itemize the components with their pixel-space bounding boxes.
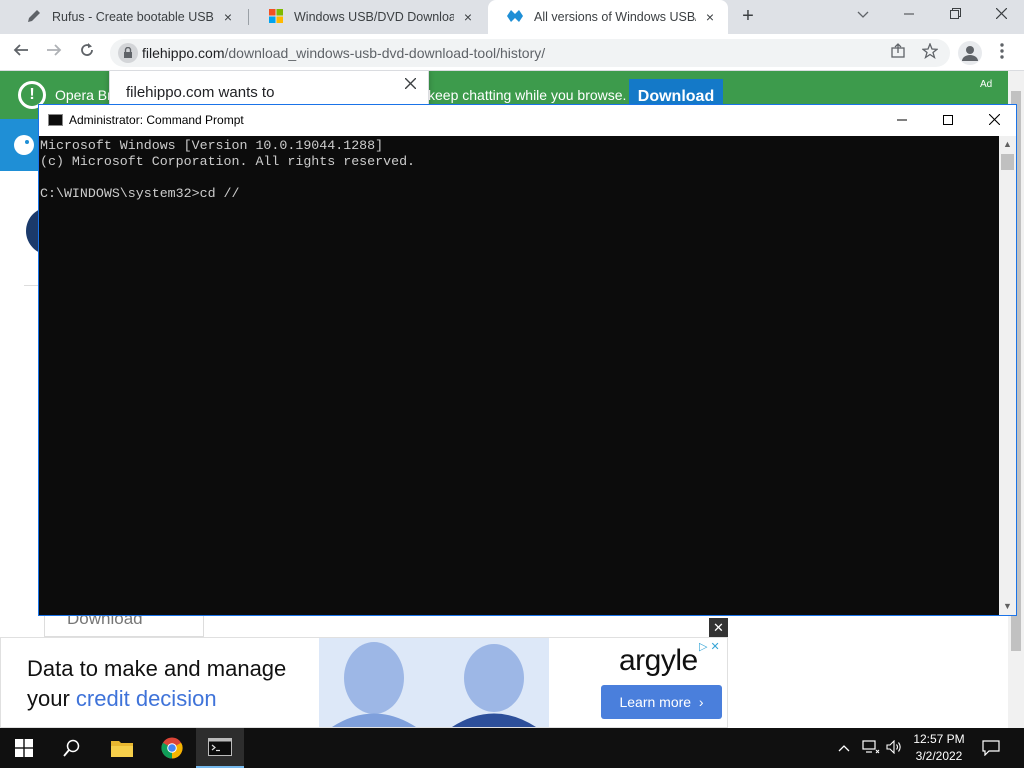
- argyle-logo: argyle: [619, 644, 698, 677]
- learn-more-label: Learn more: [619, 694, 692, 710]
- share-icon[interactable]: [888, 43, 908, 63]
- tab-close-icon[interactable]: ×: [702, 9, 718, 25]
- address-bar[interactable]: filehippo.com/download_windows-usb-dvd-d…: [110, 39, 950, 67]
- ad-people-photo: [319, 638, 549, 727]
- ad-headline-line2: your credit decision: [27, 686, 217, 712]
- browser-menu-icon[interactable]: [992, 43, 1012, 63]
- clock-date: 3/2/2022: [915, 749, 963, 763]
- command-prompt-window[interactable]: Administrator: Command Prompt Microsoft …: [38, 104, 1017, 616]
- permission-text: filehippo.com wants to: [126, 84, 275, 101]
- restore-browser-button[interactable]: [932, 0, 978, 30]
- notification-center-icon[interactable]: [982, 740, 1000, 759]
- system-clock[interactable]: 12:57 PM 3/2/2022: [900, 731, 978, 765]
- ad-headline-highlight: credit decision: [75, 686, 217, 711]
- pen-icon: [26, 8, 42, 27]
- cmd-close-button[interactable]: [971, 105, 1017, 136]
- tab-close-icon[interactable]: ×: [220, 9, 236, 25]
- scroll-down-arrow-icon[interactable]: ▼: [999, 598, 1016, 615]
- windows-taskbar: 12:57 PM 3/2/2022: [0, 728, 1024, 768]
- bookmark-star-icon[interactable]: [920, 42, 940, 63]
- tab-separator: [248, 9, 249, 25]
- tab-filehippo-history[interactable]: All versions of Windows USB/DV ×: [488, 0, 728, 34]
- tab-close-icon[interactable]: ×: [460, 9, 476, 25]
- url-text: filehippo.com/download_windows-usb-dvd-d…: [142, 45, 545, 61]
- ad-headline-prefix: your: [27, 686, 76, 711]
- close-popup-icon[interactable]: [404, 71, 420, 94]
- ad-headline-line1: Data to make and manage: [27, 656, 287, 681]
- file-explorer-icon[interactable]: [98, 728, 146, 768]
- chrome-icon[interactable]: [148, 728, 196, 768]
- tab-title: All versions of Windows USB/DV: [534, 10, 696, 24]
- command-prompt-icon: [48, 114, 63, 126]
- new-tab-button[interactable]: +: [736, 5, 760, 29]
- cmd-scrollbar[interactable]: ▲ ▼: [999, 136, 1016, 615]
- chevron-up-icon[interactable]: [838, 740, 850, 755]
- opera-ad-text-right: keep chatting while you browse.: [428, 87, 627, 103]
- profile-avatar-icon[interactable]: [958, 41, 982, 65]
- cmd-scrollbar-thumb[interactable]: [1001, 154, 1014, 170]
- cmd-window-title: Administrator: Command Prompt: [69, 113, 244, 127]
- cmd-maximize-button[interactable]: [925, 105, 971, 136]
- browser-tab-strip: Rufus - Create bootable USB dri × Window…: [0, 0, 1024, 34]
- network-icon[interactable]: [862, 740, 880, 757]
- tab-windows-usb-dvd-tool[interactable]: Windows USB/DVD Download To ×: [250, 0, 486, 34]
- lock-icon[interactable]: [118, 43, 138, 63]
- tab-title: Windows USB/DVD Download To: [294, 10, 454, 24]
- opera-ad-text-left: Opera Br: [55, 87, 112, 103]
- minimize-browser-button[interactable]: [886, 0, 932, 30]
- filehippo-logo-icon[interactable]: [0, 119, 38, 171]
- cmd-minimize-button[interactable]: [879, 105, 925, 136]
- command-prompt-taskbar-icon[interactable]: [196, 728, 244, 768]
- url-host: filehippo.com: [142, 45, 225, 61]
- browser-toolbar: filehippo.com/download_windows-usb-dvd-d…: [0, 34, 1024, 71]
- clock-time: 12:57 PM: [913, 732, 965, 746]
- console-line: (c) Microsoft Corporation. All rights re…: [40, 154, 416, 169]
- adchoices-icon[interactable]: ▷ ✕: [699, 640, 720, 653]
- close-ad-button[interactable]: ✕: [709, 618, 728, 637]
- reload-button[interactable]: [74, 40, 100, 66]
- url-path: /download_windows-usb-dvd-download-tool/…: [224, 45, 546, 61]
- search-icon[interactable]: [48, 728, 96, 768]
- tab-title: Rufus - Create bootable USB dri: [52, 10, 214, 24]
- windows-logo-icon: [268, 8, 284, 27]
- filehippo-icon: [506, 9, 524, 26]
- chevron-right-icon: ›: [698, 694, 704, 710]
- console-line: Microsoft Windows [Version 10.0.19044.12…: [40, 138, 384, 153]
- cmd-title-bar[interactable]: Administrator: Command Prompt: [39, 105, 1016, 136]
- start-button[interactable]: [0, 728, 48, 768]
- tab-search-chevron-icon[interactable]: [840, 0, 886, 30]
- close-browser-button[interactable]: [978, 0, 1024, 30]
- forward-button[interactable]: [41, 40, 67, 66]
- console-prompt-line: C:\WINDOWS\system32>cd //: [40, 186, 240, 201]
- tab-rufus[interactable]: Rufus - Create bootable USB dri ×: [8, 0, 246, 34]
- console-output[interactable]: Microsoft Windows [Version 10.0.19044.12…: [39, 136, 999, 615]
- learn-more-button[interactable]: Learn more ›: [601, 685, 722, 719]
- scroll-up-arrow-icon[interactable]: ▲: [999, 136, 1016, 153]
- back-button[interactable]: [8, 40, 34, 66]
- argyle-ad-banner[interactable]: Data to make and manage your credit deci…: [0, 637, 728, 728]
- ad-label: Ad: [980, 79, 993, 90]
